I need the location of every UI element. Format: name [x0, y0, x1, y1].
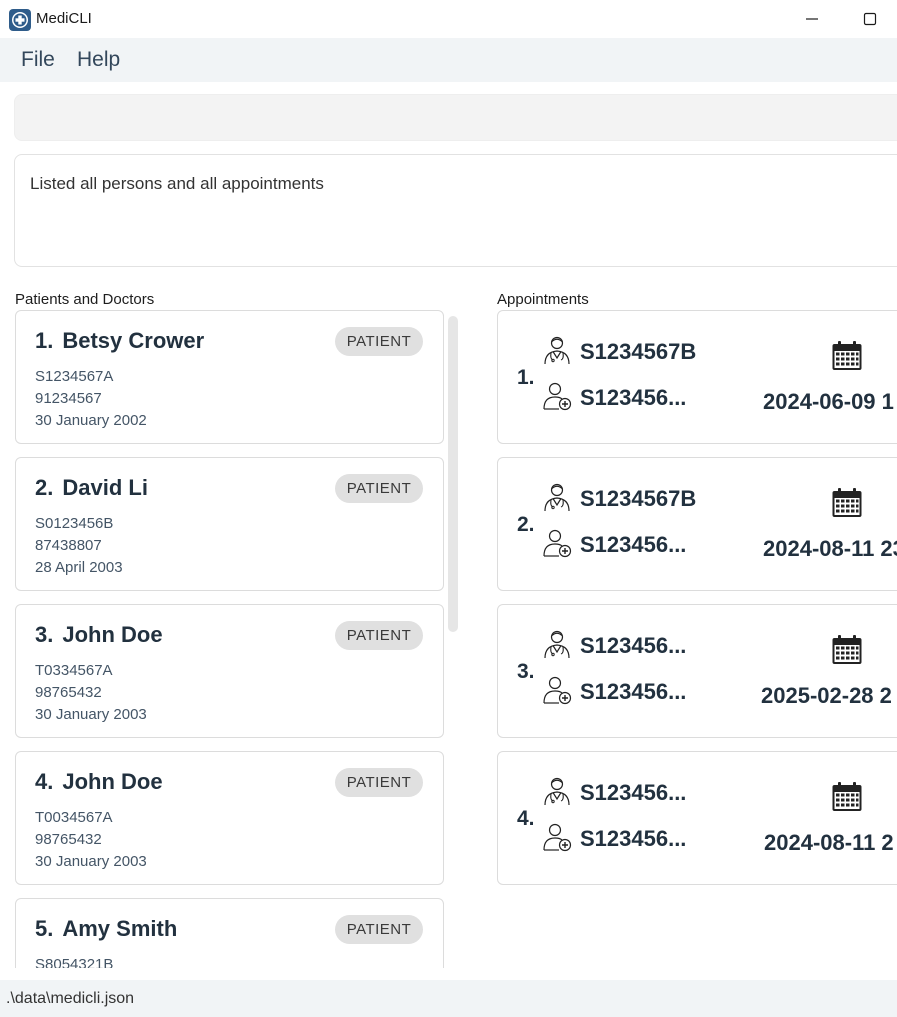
- person-name: 1. Betsy Crower: [35, 328, 205, 353]
- appointment-datetime: 2024-06-09 1: [763, 389, 894, 414]
- doctor-icon: [542, 335, 572, 365]
- appointment-datetime: 2024-08-11 2: [764, 830, 894, 855]
- calendar-icon: [831, 781, 863, 813]
- calendar-icon: [831, 340, 863, 372]
- person-dob: 30 January 2003: [35, 853, 147, 870]
- calendar-icon: [831, 487, 863, 519]
- appointment-index: 2.: [517, 513, 535, 536]
- doctor-nric: S123456...: [580, 780, 687, 805]
- appointment-datetime: 2024-08-11 23: [763, 536, 897, 561]
- patient-icon: [542, 675, 572, 705]
- patient-icon: [542, 822, 572, 852]
- person-name: 3. John Doe: [35, 622, 163, 647]
- minimize-button[interactable]: [798, 6, 826, 32]
- doctor-icon: [542, 629, 572, 659]
- person-dob: 30 January 2003: [35, 706, 147, 723]
- data-file-path: .\data\medicli.json: [6, 990, 135, 1007]
- person-nric: T0334567A: [35, 662, 113, 679]
- person-phone: 91234567: [35, 390, 102, 407]
- person-name: 2. David Li: [35, 475, 148, 500]
- patient-nric: S123456...: [580, 532, 687, 557]
- patient-nric: S123456...: [580, 385, 687, 410]
- appointment-index: 3.: [517, 660, 535, 683]
- persons-list[interactable]: 1. Betsy Crower PATIENT S1234567A 9123456…: [0, 308, 470, 968]
- patient-icon: [542, 381, 572, 411]
- appointment-index: 4.: [517, 807, 535, 830]
- person-phone: 98765432: [35, 684, 102, 701]
- person-card[interactable]: 4. John Doe PATIENT T0034567A 98765432 30…: [15, 751, 444, 885]
- command-input[interactable]: [14, 94, 897, 141]
- person-type-badge: PATIENT: [335, 474, 423, 503]
- person-type-badge: PATIENT: [335, 327, 423, 356]
- menu-help[interactable]: Help: [77, 48, 120, 72]
- doctor-nric: S1234567B: [580, 339, 697, 364]
- appointments-panel-title: Appointments: [497, 291, 589, 308]
- appointment-index: 1.: [517, 366, 535, 389]
- person-type-badge: PATIENT: [335, 621, 423, 650]
- person-card[interactable]: 1. Betsy Crower PATIENT S1234567A 9123456…: [15, 310, 444, 444]
- appointment-card[interactable]: 3. S123456... S123456... 2025-02-28 2: [497, 604, 897, 738]
- appointment-card[interactable]: 4. S123456... S123456... 2024-08-11 2: [497, 751, 897, 885]
- person-nric: S0123456B: [35, 515, 114, 532]
- person-type-badge: PATIENT: [335, 768, 423, 797]
- person-card[interactable]: 2. David Li PATIENT S0123456B 87438807 28…: [15, 457, 444, 591]
- person-phone: 98765432: [35, 831, 102, 848]
- person-type-badge: PATIENT: [335, 915, 423, 944]
- patient-nric: S123456...: [580, 679, 687, 704]
- person-card[interactable]: 5. Amy Smith PATIENT S8054321B: [15, 898, 444, 968]
- menu-file[interactable]: File: [21, 48, 55, 72]
- person-nric: T0034567A: [35, 809, 113, 826]
- result-text: Listed all persons and all appointments: [30, 174, 324, 193]
- person-name: 5. Amy Smith: [35, 916, 178, 941]
- appointment-card[interactable]: 2. S1234567B S123456... 2024-08-11 23: [497, 457, 897, 591]
- doctor-nric: S1234567B: [580, 486, 697, 511]
- maximize-button[interactable]: [856, 6, 884, 32]
- person-dob: 30 January 2002: [35, 412, 147, 429]
- status-bar: .\data\medicli.json: [0, 980, 897, 1017]
- doctor-icon: [542, 482, 572, 512]
- patient-icon: [542, 528, 572, 558]
- person-nric: S1234567A: [35, 368, 114, 385]
- doctor-icon: [542, 776, 572, 806]
- person-phone: 87438807: [35, 537, 102, 554]
- medical-cross-icon: [9, 9, 31, 31]
- patient-nric: S123456...: [580, 826, 687, 851]
- appointment-card[interactable]: 1. S1234567B S123456... 2024-06-09 1: [497, 310, 897, 444]
- person-card[interactable]: 3. John Doe PATIENT T0334567A 98765432 30…: [15, 604, 444, 738]
- person-nric: S8054321B: [35, 956, 114, 968]
- doctor-nric: S123456...: [580, 633, 687, 658]
- persons-scrollbar[interactable]: [448, 316, 458, 632]
- window-title: MediCLI: [36, 10, 92, 27]
- person-dob: 28 April 2003: [35, 559, 123, 576]
- title-bar: MediCLI: [0, 0, 897, 38]
- person-name: 4. John Doe: [35, 769, 163, 794]
- appointment-datetime: 2025-02-28 2: [761, 683, 892, 708]
- calendar-icon: [831, 634, 863, 666]
- result-display: Listed all persons and all appointments: [14, 154, 897, 267]
- persons-panel-title: Patients and Doctors: [15, 291, 155, 308]
- menu-bar: File Help: [0, 38, 897, 82]
